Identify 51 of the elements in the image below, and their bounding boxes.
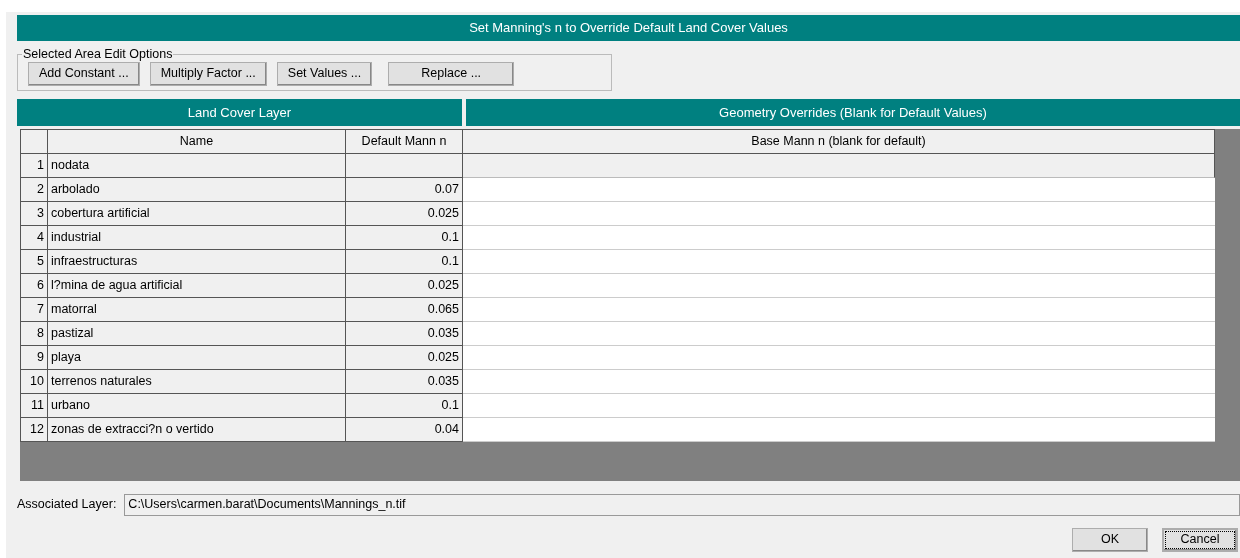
edit-option-button[interactable]: Multiply Factor ...	[149, 61, 267, 86]
table-cell: 0.035	[346, 321, 463, 346]
edit-option-button[interactable]: Replace ...	[388, 61, 515, 86]
table-cell: pastizal	[48, 321, 346, 346]
table-cell: 0.035	[346, 369, 463, 394]
field-label: Associated Layer:	[17, 496, 117, 514]
row-number: 4	[21, 225, 48, 250]
row-number: 5	[21, 249, 48, 274]
row-number: 3	[21, 201, 48, 226]
table-cell: nodata	[48, 153, 346, 178]
dialog-button[interactable]: Cancel	[1162, 527, 1238, 552]
table-cell: urbano	[48, 393, 346, 418]
row-number: 1	[21, 153, 48, 178]
table-cell: terrenos naturales	[48, 369, 346, 394]
layer-path-field[interactable]: C:\Users\carmen.barat\Documents\Mannings_n.tif	[124, 493, 1240, 516]
row-number: 6	[21, 273, 48, 298]
section-header: Geometry Overrides (Blank for Default Values)	[466, 98, 1240, 126]
group-label: Selected Area Edit Options	[22, 46, 174, 63]
row-number: 12	[21, 417, 48, 442]
override-cell[interactable]	[463, 153, 1215, 178]
table-cell: 0.07	[346, 177, 463, 202]
row-number: 8	[21, 321, 48, 346]
table-cell: 0.1	[346, 249, 463, 274]
edit-option-button[interactable]: Set Values ...	[276, 61, 373, 86]
dialog-button[interactable]: OK	[1072, 527, 1148, 552]
section-header: Land Cover Layer	[17, 98, 462, 126]
table-cell: zonas de extracci?n o vertido	[48, 417, 346, 442]
row-number: 7	[21, 297, 48, 322]
dialog-title: Set Manning's n to Override Default Land Cover Values	[17, 15, 1240, 41]
table-cell: industrial	[48, 225, 346, 250]
table-cell: infraestructuras	[48, 249, 346, 274]
table-cell: l?mina de agua artificial	[48, 273, 346, 298]
column-header: Default Mann n	[346, 129, 463, 154]
table-cell: cobertura artificial	[48, 201, 346, 226]
table-cell: 0.065	[346, 297, 463, 322]
edit-option-button[interactable]: Add Constant ...	[28, 61, 140, 86]
table-cell: 0.025	[346, 201, 463, 226]
column-header: Base Mann n (blank for default)	[463, 129, 1215, 154]
table-cell: 0.04	[346, 417, 463, 442]
row-number: 2	[21, 177, 48, 202]
table-cell: matorral	[48, 297, 346, 322]
row-number: 11	[21, 393, 48, 418]
table-cell: 0.1	[346, 393, 463, 418]
table-cell: playa	[48, 345, 346, 370]
row-number: 9	[21, 345, 48, 370]
column-header: Name	[48, 129, 346, 154]
table-cell: 0.025	[346, 273, 463, 298]
row-number: 10	[21, 369, 48, 394]
table-cell: 0.1	[346, 225, 463, 250]
table-cell: 0.025	[346, 345, 463, 370]
table-cell: arbolado	[48, 177, 346, 202]
